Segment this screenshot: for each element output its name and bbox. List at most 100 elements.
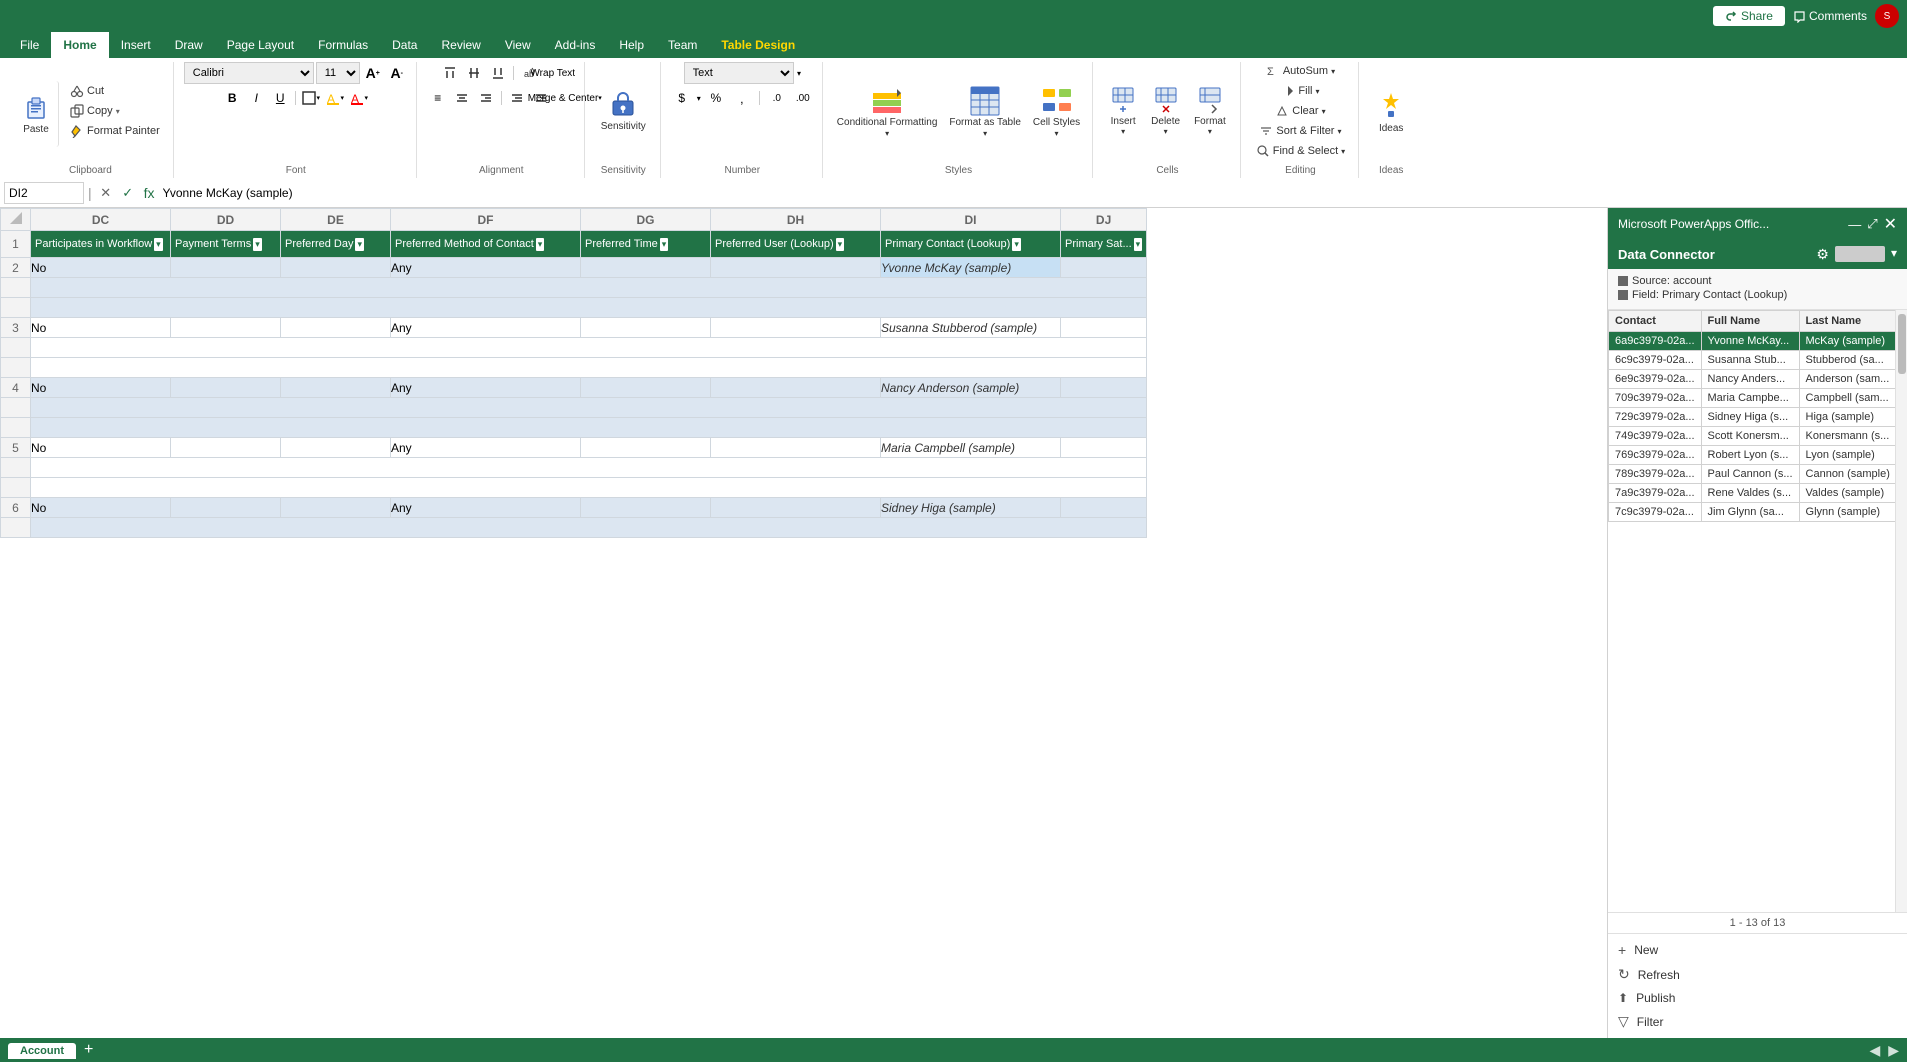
cell-styles-button[interactable]: Cell Styles ▾ xyxy=(1029,78,1084,144)
header-cell-dg[interactable]: Preferred Time▾ xyxy=(581,231,711,258)
cell-dh-3[interactable] xyxy=(711,318,881,338)
decrease-decimal-button[interactable]: .0 xyxy=(766,87,788,109)
tab-insert[interactable]: Insert xyxy=(109,32,163,58)
filter-icon-dh[interactable]: ▾ xyxy=(836,238,845,251)
panel-table-scroll[interactable]: Contact Full Name Last Name 6a9c3979-02a… xyxy=(1608,310,1895,912)
panel-settings-icon[interactable]: ⚙ xyxy=(1816,246,1829,263)
font-color-button[interactable]: A ▾ xyxy=(348,87,370,109)
cell-dd-6[interactable] xyxy=(171,498,281,518)
cell-dd-2[interactable] xyxy=(171,258,281,278)
col-header-de[interactable]: DE xyxy=(281,209,391,231)
cell-dj-5[interactable] xyxy=(1061,438,1147,458)
format-as-table-button[interactable]: Format as Table ▾ xyxy=(945,78,1025,144)
tab-page-layout[interactable]: Page Layout xyxy=(215,32,306,58)
panel-vertical-scrollbar[interactable] xyxy=(1895,310,1907,912)
panel-table-row[interactable]: 769c3979-02a... Robert Lyon (s... Lyon (… xyxy=(1609,446,1896,465)
insert-function-button[interactable]: fx xyxy=(140,185,159,201)
formula-input[interactable] xyxy=(159,184,1903,202)
currency-button[interactable]: $ xyxy=(671,87,693,109)
header-cell-dd[interactable]: Payment Terms▾ xyxy=(171,231,281,258)
col-header-dh[interactable]: DH xyxy=(711,209,881,231)
filter-action[interactable]: ▽ Filter xyxy=(1618,1013,1897,1030)
bold-button[interactable]: B xyxy=(221,87,243,109)
panel-expand-button[interactable]: ⤢ xyxy=(1867,216,1877,232)
underline-button[interactable]: U xyxy=(269,87,291,109)
scroll-right-nav-button[interactable]: ▶ xyxy=(1888,1042,1899,1059)
cell-di-3[interactable]: Susanna Stubberod (sample) xyxy=(881,318,1061,338)
cell-dj-2[interactable] xyxy=(1061,258,1147,278)
cell-dc-6[interactable]: No xyxy=(31,498,171,518)
col-header-dg[interactable]: DG xyxy=(581,209,711,231)
tab-table-design[interactable]: Table Design xyxy=(709,32,807,58)
cell-dh-4[interactable] xyxy=(711,378,881,398)
decrease-indent-button[interactable] xyxy=(506,87,528,109)
font-size-select[interactable]: 11 xyxy=(316,62,360,84)
cell-de-4[interactable] xyxy=(281,378,391,398)
format-painter-button[interactable]: Format Painter xyxy=(65,122,165,140)
insert-cells-button[interactable]: Insert ▾ xyxy=(1103,78,1143,144)
filter-icon-df[interactable]: ▾ xyxy=(536,238,545,251)
header-cell-de[interactable]: Preferred Day▾ xyxy=(281,231,391,258)
filter-icon-de[interactable]: ▾ xyxy=(355,238,364,251)
panel-minimize-button[interactable]: — xyxy=(1848,217,1861,232)
header-cell-dj[interactable]: Primary Sat...▾ xyxy=(1061,231,1147,258)
cell-de-3[interactable] xyxy=(281,318,391,338)
publish-action[interactable]: ⬆ Publish xyxy=(1618,991,1897,1005)
panel-table-row[interactable]: 729c3979-02a... Sidney Higa (s... Higa (… xyxy=(1609,408,1896,427)
copy-button[interactable]: Copy ▾ xyxy=(65,102,165,120)
fill-color-button[interactable]: A ▾ xyxy=(324,87,346,109)
decrease-font-size-button[interactable]: A- xyxy=(386,62,408,84)
sensitivity-button[interactable]: Sensitivity xyxy=(595,78,652,144)
panel-close-button[interactable]: ✕ xyxy=(1884,214,1897,234)
filter-icon-dd[interactable]: ▾ xyxy=(253,238,262,251)
cell-dg-4[interactable] xyxy=(581,378,711,398)
wrap-text-button[interactable]: Wrap Text xyxy=(542,62,564,84)
align-middle-button[interactable] xyxy=(463,62,485,84)
cell-reference-box[interactable]: DI2 xyxy=(4,182,84,204)
cell-dh-2[interactable] xyxy=(711,258,881,278)
cell-dd-4[interactable] xyxy=(171,378,281,398)
cell-dc-5[interactable]: No xyxy=(31,438,171,458)
find-select-button[interactable]: Find & Select ▾ xyxy=(1251,142,1350,160)
number-format-select[interactable]: Text xyxy=(684,62,794,84)
cell-dc-3[interactable]: No xyxy=(31,318,171,338)
tab-review[interactable]: Review xyxy=(429,32,492,58)
comments-button[interactable]: Comments xyxy=(1793,9,1867,23)
cell-de-6[interactable] xyxy=(281,498,391,518)
cell-di-6[interactable]: Sidney Higa (sample) xyxy=(881,498,1061,518)
header-cell-di[interactable]: Primary Contact (Lookup)▾ xyxy=(881,231,1061,258)
confirm-formula-button[interactable]: ✓ xyxy=(118,183,138,203)
header-cell-df[interactable]: Preferred Method of Contact▾ xyxy=(391,231,581,258)
cell-df-6[interactable]: Any xyxy=(391,498,581,518)
cell-dg-2[interactable] xyxy=(581,258,711,278)
paste-button[interactable]: Paste xyxy=(16,81,59,147)
panel-table-row[interactable]: 6a9c3979-02a... Yvonne McKay... McKay (s… xyxy=(1609,332,1896,351)
align-left-button[interactable]: ≡ xyxy=(427,87,449,109)
font-family-select[interactable]: Calibri xyxy=(184,62,314,84)
header-cell-dh[interactable]: Preferred User (Lookup)▾ xyxy=(711,231,881,258)
tab-team[interactable]: Team xyxy=(656,32,709,58)
panel-table-row[interactable]: 789c3979-02a... Paul Cannon (s... Cannon… xyxy=(1609,465,1896,484)
comma-button[interactable]: ‚ xyxy=(731,87,753,109)
cell-df-5[interactable]: Any xyxy=(391,438,581,458)
cell-df-4[interactable]: Any xyxy=(391,378,581,398)
add-sheet-button[interactable]: + xyxy=(80,1041,97,1059)
share-button[interactable]: Share xyxy=(1713,6,1785,26)
cell-dj-3[interactable] xyxy=(1061,318,1147,338)
cell-dd-3[interactable] xyxy=(171,318,281,338)
tab-addins[interactable]: Add-ins xyxy=(543,32,608,58)
cell-dh-6[interactable] xyxy=(711,498,881,518)
filter-icon-di[interactable]: ▾ xyxy=(1012,238,1021,251)
cell-di-2[interactable]: Yvonne McKay (sample) xyxy=(881,258,1061,278)
border-button[interactable]: ▾ xyxy=(300,87,322,109)
tab-view[interactable]: View xyxy=(493,32,543,58)
filter-icon-dc[interactable]: ▾ xyxy=(154,238,163,251)
cell-dc-4[interactable]: No xyxy=(31,378,171,398)
new-action[interactable]: + New xyxy=(1618,942,1897,958)
percent-button[interactable]: % xyxy=(705,87,727,109)
panel-dropdown-icon[interactable]: ▾ xyxy=(1891,246,1897,263)
increase-font-size-button[interactable]: A+ xyxy=(362,62,384,84)
align-right-button[interactable] xyxy=(475,87,497,109)
col-header-df[interactable]: DF xyxy=(391,209,581,231)
cell-df-2[interactable]: Any xyxy=(391,258,581,278)
